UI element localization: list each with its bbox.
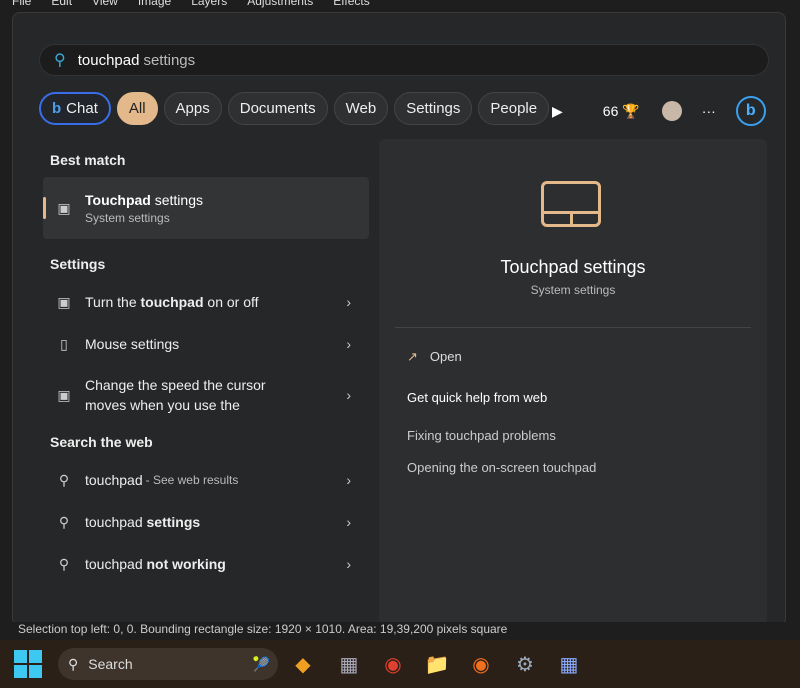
bing-chat-icon[interactable]: b <box>735 96 766 126</box>
open-action[interactable]: ↗ Open <box>407 349 462 365</box>
best-title-rest: settings <box>150 191 203 208</box>
avatar[interactable] <box>661 101 682 121</box>
help-link-onscreen[interactable]: Opening the on-screen touchpad <box>407 460 596 475</box>
menu-file[interactable]: File <box>12 0 31 8</box>
setting-touchpad-on-off[interactable]: ▣ Turn the touchpad on or off › <box>43 281 369 323</box>
chevron-right-icon: › <box>346 472 351 488</box>
label: touchpad <box>85 514 147 530</box>
tab-people[interactable]: People <box>478 92 550 125</box>
tab-chat[interactable]: b Chat <box>39 92 111 125</box>
filter-chips: b Chat All Apps Documents Web Settings Pe… <box>39 92 550 125</box>
label: touchpad <box>85 472 143 488</box>
setting-mouse[interactable]: ▯ Mouse settings › <box>43 323 369 365</box>
app-menubar: File Edit View Image Layers Adjustments … <box>12 0 370 8</box>
label-bold: settings <box>146 514 201 530</box>
open-external-icon: ↗ <box>407 349 418 364</box>
paint-app-icon[interactable]: ▦ <box>556 652 582 677</box>
search-panel: ⚲ touchpad settings b Chat All Apps Docum… <box>12 12 786 626</box>
search-label: Search <box>88 656 133 672</box>
search-icon: ⚲ <box>58 513 70 530</box>
tennis-icon: 🎾 <box>252 655 270 672</box>
taskbar: ⚲ Search 🎾 ◆ ▦ ◉ 📁 ◉ ⚙ ▦ <box>0 640 800 688</box>
more-tabs-play-icon[interactable]: ▶ <box>552 103 563 120</box>
label-bold: touchpad <box>140 294 204 310</box>
chevron-right-icon: › <box>346 387 351 403</box>
file-explorer-icon[interactable]: 📁 <box>424 652 450 677</box>
help-link-fixing[interactable]: Fixing touchpad problems <box>407 428 556 443</box>
menu-effects[interactable]: Effects <box>333 0 369 8</box>
trophy-icon: 🏆 <box>622 102 640 119</box>
firefox-icon[interactable]: ◉ <box>468 652 494 677</box>
menu-view[interactable]: View <box>92 0 118 8</box>
maps-app-icon[interactable]: ◆ <box>290 652 316 677</box>
search-input[interactable]: ⚲ touchpad settings <box>39 44 769 76</box>
tab-documents[interactable]: Documents <box>227 92 328 125</box>
web-result-touchpad-settings[interactable]: ⚲ touchpad settings › <box>43 501 369 543</box>
search-icon: ⚲ <box>58 555 70 572</box>
tab-apps[interactable]: Apps <box>163 92 222 125</box>
search-icon: ⚲ <box>58 471 70 488</box>
chevron-right-icon: › <box>346 336 351 352</box>
label: Mouse settings <box>85 336 180 352</box>
menu-adjustments[interactable]: Adjustments <box>247 0 313 8</box>
status-bar: Selection top left: 0, 0. Bounding recta… <box>0 622 800 640</box>
setting-cursor-speed[interactable]: ▣ Change the speed the cursor moves when … <box>43 365 369 425</box>
search-icon: ⚲ <box>68 655 79 672</box>
rewards-points[interactable]: 66 <box>603 103 619 119</box>
chevron-right-icon: › <box>346 514 351 530</box>
chevron-right-icon: › <box>346 556 351 572</box>
chevron-right-icon: › <box>346 294 351 310</box>
hint: - See web results <box>145 473 239 487</box>
settings-gear-icon[interactable]: ⚙ <box>512 652 538 677</box>
web-result-touchpad[interactable]: ⚲ touchpad - See web results › <box>43 459 369 501</box>
menu-edit[interactable]: Edit <box>51 0 72 8</box>
best-match-heading: Best match <box>50 152 126 168</box>
label: on or off <box>203 294 259 310</box>
preview-subtitle: System settings <box>530 283 616 297</box>
touchpad-icon: ▣ <box>57 199 71 216</box>
best-match-touchpad-settings[interactable]: ▣ Touchpad settings System settings <box>43 177 369 239</box>
best-subtitle: System settings <box>85 210 170 225</box>
best-title-bold: Touchpad <box>85 191 151 208</box>
open-label: Open <box>429 349 462 364</box>
quick-help-heading: Get quick help from web <box>407 390 548 405</box>
search-icon: ⚲ <box>54 52 66 69</box>
touchpad-icon: ▣ <box>57 386 71 403</box>
chrome-icon[interactable]: ◉ <box>380 652 406 677</box>
tab-settings[interactable]: Settings <box>394 92 473 125</box>
taskbar-search[interactable]: ⚲ Search 🎾 <box>58 648 278 680</box>
calculator-icon[interactable]: ▦ <box>336 652 362 677</box>
label-bold: not working <box>146 556 226 572</box>
divider <box>395 327 751 328</box>
preview-pane: Touchpad settings System settings ↗ Open … <box>379 139 767 625</box>
label: Turn the <box>85 294 141 310</box>
settings-heading: Settings <box>50 256 106 272</box>
touchpad-large-icon <box>541 181 601 227</box>
search-suggest-text: settings <box>143 51 196 69</box>
tab-web[interactable]: Web <box>333 92 389 125</box>
touchpad-icon: ▣ <box>57 293 71 310</box>
preview-title: Touchpad settings <box>500 257 646 277</box>
menu-layers[interactable]: Layers <box>191 0 227 8</box>
mouse-icon: ▯ <box>60 335 68 352</box>
more-options-icon[interactable]: ··· <box>702 103 716 119</box>
search-web-heading: Search the web <box>50 434 153 450</box>
bing-icon: b <box>52 100 62 117</box>
web-result-touchpad-not-working[interactable]: ⚲ touchpad not working › <box>43 543 369 585</box>
results-list: Best match ▣ Touchpad settings System se… <box>43 143 369 585</box>
label: Change the speed the cursor moves when y… <box>85 377 266 413</box>
chip-label: Chat <box>66 100 98 117</box>
start-button[interactable] <box>14 650 42 678</box>
menu-image[interactable]: Image <box>138 0 171 8</box>
tab-all[interactable]: All <box>116 92 158 125</box>
search-typed-text: touchpad <box>77 51 140 69</box>
label: touchpad <box>85 556 147 572</box>
